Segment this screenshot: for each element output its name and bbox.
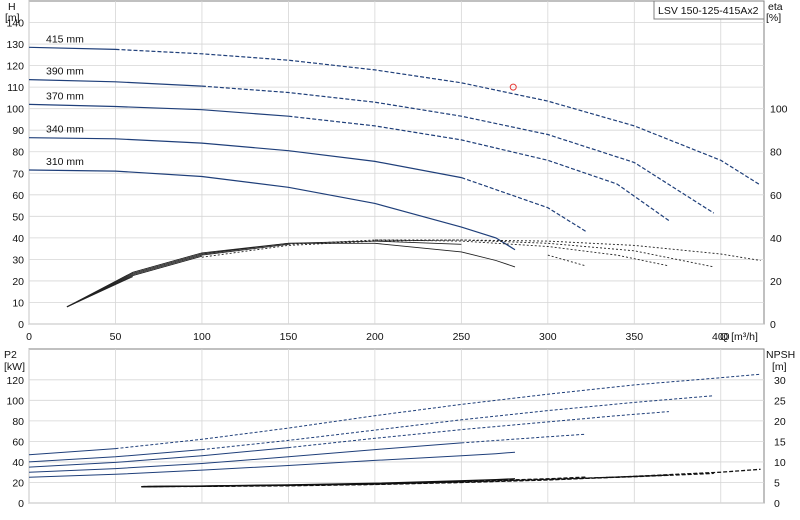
head-curve-dashed xyxy=(461,177,587,232)
x-tick-label: 250 xyxy=(453,331,471,343)
power-tick-label: 80 xyxy=(12,416,24,428)
head-tick-label: 60 xyxy=(12,190,24,202)
head-curve-dashed xyxy=(288,115,670,222)
pump-performance-chart: 0 50 100 150 200 250 300 350 4000102030405060708… xyxy=(4,0,795,510)
npsh-tick-label: 10 xyxy=(774,457,786,469)
head-tick-label: 90 xyxy=(12,125,24,137)
power-curve-dashed xyxy=(115,373,761,450)
npsh-curve-dashed xyxy=(201,472,714,487)
x-tick-label: 200 xyxy=(366,331,384,343)
power-curve xyxy=(28,447,289,468)
npsh-curve-dashed xyxy=(141,468,761,488)
head-tick-label: 120 xyxy=(6,61,24,73)
model-title: LSV 150-125-415Ax2 xyxy=(658,5,759,17)
power-tick-label: 60 xyxy=(12,436,24,448)
head-tick-label: 110 xyxy=(7,82,24,94)
npsh-tick-label: 0 xyxy=(774,498,780,510)
x-tick-label: 300 xyxy=(539,331,557,343)
eta-tick-label: 60 xyxy=(770,190,782,202)
power-tick-label: 0 xyxy=(18,498,24,510)
eta-tick-label: 20 xyxy=(770,276,782,288)
curve-label: 370 mm xyxy=(46,90,84,102)
npsh-tick-label: 15 xyxy=(774,436,786,448)
eta-tick-label: 40 xyxy=(770,233,782,245)
npsh-axis-unit: [m] xyxy=(772,361,787,373)
power-curve-dashed xyxy=(288,411,669,449)
power-tick-label: 120 xyxy=(6,375,24,387)
npsh-axis-title: NPSH xyxy=(766,349,795,361)
head-tick-label: 50 xyxy=(12,211,24,223)
head-tick-label: 70 xyxy=(12,168,24,180)
head-tick-label: 30 xyxy=(12,254,24,266)
curve-label: 415 mm xyxy=(46,33,84,45)
head-tick-label: 40 xyxy=(12,233,24,245)
head-tick-label: 80 xyxy=(12,147,24,159)
head-axis-unit: [m] xyxy=(5,12,20,24)
x-tick-label: 100 xyxy=(193,331,211,343)
head-tick-label: 100 xyxy=(6,104,24,116)
head-curve xyxy=(28,46,116,50)
power-tick-label: 20 xyxy=(12,477,24,489)
curve-layer: 415 mm 390 mm 370 mm 340 mm 310 mm xyxy=(28,33,761,488)
npsh-tick-label: 5 xyxy=(774,477,780,489)
x-tick-label: 350 xyxy=(626,331,644,343)
curve-label: 310 mm xyxy=(46,156,84,168)
power-panel-frame xyxy=(28,348,765,504)
power-curve xyxy=(28,451,516,478)
head-tick-label: 0 xyxy=(18,319,24,331)
efficiency-curve xyxy=(66,255,203,308)
npsh-tick-label: 25 xyxy=(774,395,786,407)
x-tick-label: 50 xyxy=(110,331,122,343)
npsh-tick-label: 20 xyxy=(774,416,786,428)
efficiency-curve-dashed xyxy=(288,239,714,268)
x-tick-label: 0 xyxy=(26,331,32,343)
head-curve xyxy=(28,137,462,179)
head-curve-dashed xyxy=(115,48,761,186)
eta-tick-label: 0 xyxy=(770,319,776,331)
efficiency-curve-dashed xyxy=(374,239,669,267)
npsh-tick-label: 30 xyxy=(774,375,786,387)
power-curve xyxy=(28,448,116,456)
head-tick-label: 130 xyxy=(6,39,24,51)
eta-tick-label: 100 xyxy=(770,104,788,116)
power-tick-label: 100 xyxy=(6,395,24,407)
eta-tick-label: 80 xyxy=(770,147,782,159)
power-axis-unit: [kW] xyxy=(4,361,25,373)
tick-label-layer: 0 50 100 150 200 250 300 350 4000102030405060708… xyxy=(6,18,787,510)
curve-label: 340 mm xyxy=(46,124,84,136)
power-tick-label: 40 xyxy=(12,457,24,469)
x-tick-label: 150 xyxy=(280,331,298,343)
efficiency-curve-dashed xyxy=(201,239,761,261)
eta-axis-unit: [%] xyxy=(766,12,781,24)
efficiency-curve-dashed xyxy=(547,254,587,267)
power-axis-title: P2 xyxy=(4,349,17,361)
head-curve xyxy=(28,103,289,117)
efficiency-curve xyxy=(66,243,289,308)
head-tick-label: 10 xyxy=(12,297,24,309)
head-tick-label: 20 xyxy=(12,276,24,288)
flow-axis-title: Q [m³/h] xyxy=(720,331,758,343)
efficiency-curve xyxy=(66,240,462,308)
head-panel-frame xyxy=(28,0,765,325)
curve-label: 390 mm xyxy=(46,66,84,78)
